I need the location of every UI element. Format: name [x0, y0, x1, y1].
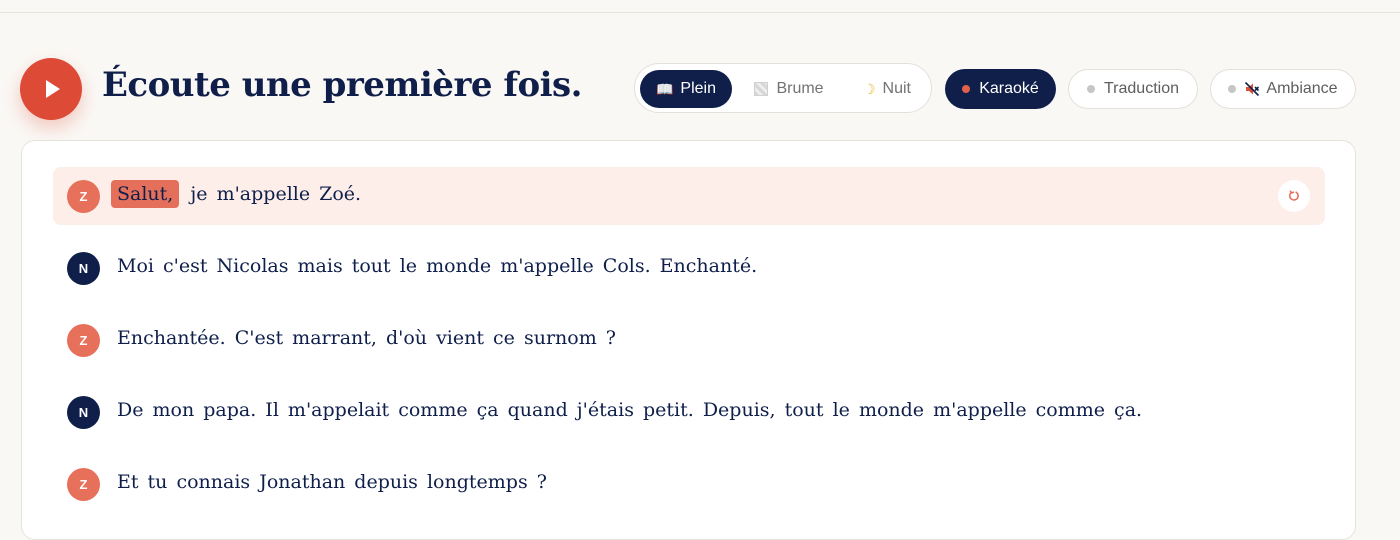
display-mode-switch: 📖 Plein Brume ☽ Nuit [634, 63, 932, 113]
karaoke-toggle[interactable]: Karaoké [945, 69, 1056, 109]
transcript-line[interactable]: Z Enchantée. C'est marrant, d'où vient c… [53, 311, 1325, 369]
fog-icon [754, 82, 769, 96]
play-icon [46, 80, 60, 98]
book-icon: 📖 [655, 80, 674, 97]
lesson-header: Écoute une première fois. 📖 Plein Brume … [20, 58, 1360, 120]
transcript-line[interactable]: Z Et tu connais Jonathan depuis longtemp… [53, 455, 1325, 513]
traduction-status-dot [1087, 85, 1095, 93]
speaker-avatar: Z [67, 180, 100, 213]
replay-icon [1289, 190, 1299, 201]
transcript-line[interactable]: N De mon papa. Il m'appelait comme ça qu… [53, 383, 1325, 441]
mode-plein-button[interactable]: 📖 Plein [640, 70, 732, 108]
line-text-rest: je m'appelle Zoé. [190, 183, 362, 205]
traduction-label: Traduction [1104, 80, 1179, 97]
speaker-avatar: Z [67, 468, 100, 501]
page-title: Écoute une première fois. [102, 65, 583, 105]
mode-plein-label: Plein [680, 80, 716, 97]
mode-brume-label: Brume [776, 80, 824, 97]
line-text: Salut, je m'appelle Zoé. [111, 180, 362, 208]
top-divider [0, 12, 1400, 13]
ambiance-label: Ambiance [1266, 80, 1338, 97]
ambiance-status-dot [1228, 85, 1237, 93]
muted-speaker-icon [1244, 81, 1260, 97]
moon-icon: ☽ [862, 80, 876, 97]
ambiance-toggle[interactable]: Ambiance [1210, 69, 1356, 109]
traduction-toggle[interactable]: Traduction [1068, 69, 1198, 109]
replay-line-button[interactable] [1278, 180, 1310, 212]
mode-nuit-button[interactable]: ☽ Nuit [845, 70, 929, 108]
line-text: Et tu connais Jonathan depuis longtemps … [117, 471, 547, 493]
transcript-line[interactable]: N Moi c'est Nicolas mais tout le monde m… [53, 239, 1325, 297]
speaker-avatar: Z [67, 324, 100, 357]
mode-nuit-label: Nuit [882, 80, 911, 97]
speaker-avatar: N [67, 252, 100, 285]
line-text: Enchantée. C'est marrant, d'où vient ce … [117, 327, 616, 349]
line-text: De mon papa. Il m'appelait comme ça quan… [117, 399, 1143, 421]
karaoke-highlight-word: Salut, [111, 180, 180, 208]
mode-brume-button[interactable]: Brume [738, 70, 840, 108]
transcript-card: Z Salut, je m'appelle Zoé. N Moi c'est N… [21, 140, 1356, 540]
karaoke-status-dot [962, 85, 971, 93]
speaker-avatar: N [67, 396, 100, 429]
line-text: Moi c'est Nicolas mais tout le monde m'a… [117, 255, 758, 277]
play-button[interactable] [20, 58, 82, 120]
karaoke-label: Karaoké [979, 80, 1039, 97]
transcript-line[interactable]: Z Salut, je m'appelle Zoé. [53, 167, 1325, 225]
